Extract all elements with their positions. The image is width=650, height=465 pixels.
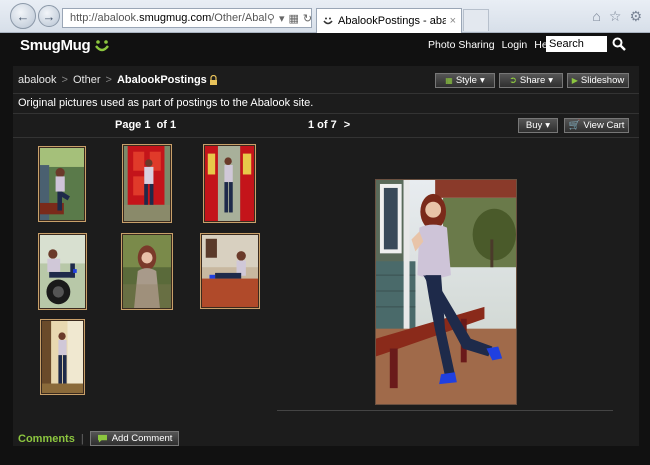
new-tab-button[interactable] — [463, 9, 489, 31]
nav-login[interactable]: Login — [502, 39, 528, 51]
photo-image — [42, 321, 83, 393]
thumbnail-photo[interactable] — [40, 319, 85, 395]
address-prefix: http://abalook. — [70, 12, 140, 24]
dropdown-icon[interactable]: ▾ — [279, 12, 285, 25]
chevron-down-icon: ▾ — [545, 120, 551, 131]
photo-position: 1 of 7 > — [308, 119, 350, 131]
thumbnail-photo[interactable] — [200, 233, 260, 309]
tab-title: AbalookPostings - abalook'... — [338, 15, 446, 27]
chevron-down-icon: ▾ — [548, 75, 554, 86]
home-icon[interactable]: ⌂ — [592, 8, 600, 25]
back-button[interactable]: ← — [10, 3, 36, 29]
breadcrumb-category[interactable]: Other — [73, 74, 101, 86]
speech-bubble-icon — [97, 434, 107, 443]
view-cart-label: View Cart — [583, 120, 625, 131]
gallery-panel: abalook > Other > AbalookPostings ▦ Styl… — [13, 66, 639, 446]
search-input[interactable] — [546, 36, 607, 52]
thumbnail-photo[interactable] — [38, 146, 86, 222]
back-arrow-icon: ← — [16, 8, 30, 24]
logo-text: SmugMug — [20, 37, 91, 54]
photo-position-text: 1 of 7 — [308, 119, 337, 131]
nav-photo-sharing[interactable]: Photo Sharing — [428, 39, 495, 51]
page-indicator: Page 1 of 1 — [115, 119, 177, 131]
comments-label[interactable]: Comments — [18, 433, 75, 445]
smugmug-smile-icon — [95, 39, 110, 51]
thumbnail-photo[interactable] — [38, 233, 87, 310]
main-photo[interactable] — [375, 179, 517, 405]
photo-image — [205, 146, 254, 221]
breadcrumb: abalook > Other > AbalookPostings — [18, 74, 218, 86]
divider — [13, 137, 639, 138]
settings-gear-icon[interactable]: ⚙ — [629, 8, 642, 25]
style-grid-icon: ▦ — [445, 76, 453, 85]
compatibility-icon[interactable]: ▦ — [288, 12, 298, 25]
buy-label: Buy — [525, 120, 543, 131]
cart-icon: 🛒 — [568, 120, 581, 131]
style-button[interactable]: ▦ Style ▾ — [435, 73, 495, 88]
slideshow-button[interactable]: ▶ Slideshow — [567, 73, 629, 88]
lock-icon — [209, 75, 217, 85]
site-header: SmugMug Photo Sharing Login Help — [0, 33, 650, 58]
search-icon[interactable] — [612, 37, 626, 51]
tab-close-icon[interactable]: × — [450, 15, 456, 27]
buy-button[interactable]: Buy ▾ — [518, 118, 558, 133]
divider — [277, 410, 613, 411]
comments-section: Comments | Add Comment — [18, 431, 180, 446]
smugmug-favicon-icon — [323, 17, 333, 25]
chevron-down-icon: ▾ — [479, 75, 485, 86]
breadcrumb-separator: > — [105, 74, 112, 86]
browser-tab[interactable]: AbalookPostings - abalook'... × — [316, 8, 462, 33]
search-icon[interactable]: ⚲ — [267, 12, 275, 25]
breadcrumb-user[interactable]: abalook — [18, 74, 57, 86]
share-icon: ➲ — [508, 75, 517, 86]
view-cart-button[interactable]: 🛒 View Cart — [564, 118, 629, 133]
breadcrumb-separator: > — [61, 74, 68, 86]
divider — [13, 113, 639, 114]
share-label: Share — [519, 75, 546, 86]
forward-button[interactable]: → — [38, 5, 60, 27]
play-icon: ▶ — [571, 76, 578, 85]
share-button[interactable]: ➲ Share ▾ — [499, 73, 563, 88]
next-photo-arrow[interactable]: > — [344, 119, 350, 131]
slideshow-label: Slideshow — [580, 75, 625, 86]
smugmug-page: SmugMug Photo Sharing Login Help abalook… — [0, 33, 650, 465]
photo-image — [40, 235, 85, 308]
address-host: smugmug.com — [139, 12, 212, 24]
gallery-description: Original pictures used as part of postin… — [18, 97, 314, 109]
photo-image — [124, 146, 170, 221]
divider — [13, 93, 639, 94]
forward-arrow-icon: → — [42, 8, 56, 24]
style-label: Style — [455, 75, 477, 86]
refresh-icon[interactable]: ↻ — [303, 12, 312, 25]
photo-image — [40, 148, 84, 220]
add-comment-label: Add Comment — [111, 433, 173, 444]
photo-image — [123, 235, 171, 308]
browser-chrome: ← → http://abalook. smugmug.com/Other/Aba… — [0, 0, 650, 33]
address-path: /Other/Abal — [211, 12, 267, 24]
thumbnail-photo[interactable] — [203, 144, 256, 223]
photo-image — [202, 235, 258, 307]
thumbnail-photo[interactable] — [122, 144, 172, 223]
thumbnail-photo[interactable] — [121, 233, 173, 310]
breadcrumb-gallery: AbalookPostings — [116, 74, 207, 86]
comments-separator: | — [80, 432, 84, 445]
add-comment-button[interactable]: Add Comment — [89, 431, 180, 446]
photo-image — [376, 180, 516, 404]
address-bar[interactable]: http://abalook. smugmug.com/Other/Abal ⚲ … — [62, 8, 323, 28]
favorites-star-icon[interactable]: ☆ — [609, 8, 622, 25]
smugmug-logo[interactable]: SmugMug — [20, 37, 110, 54]
